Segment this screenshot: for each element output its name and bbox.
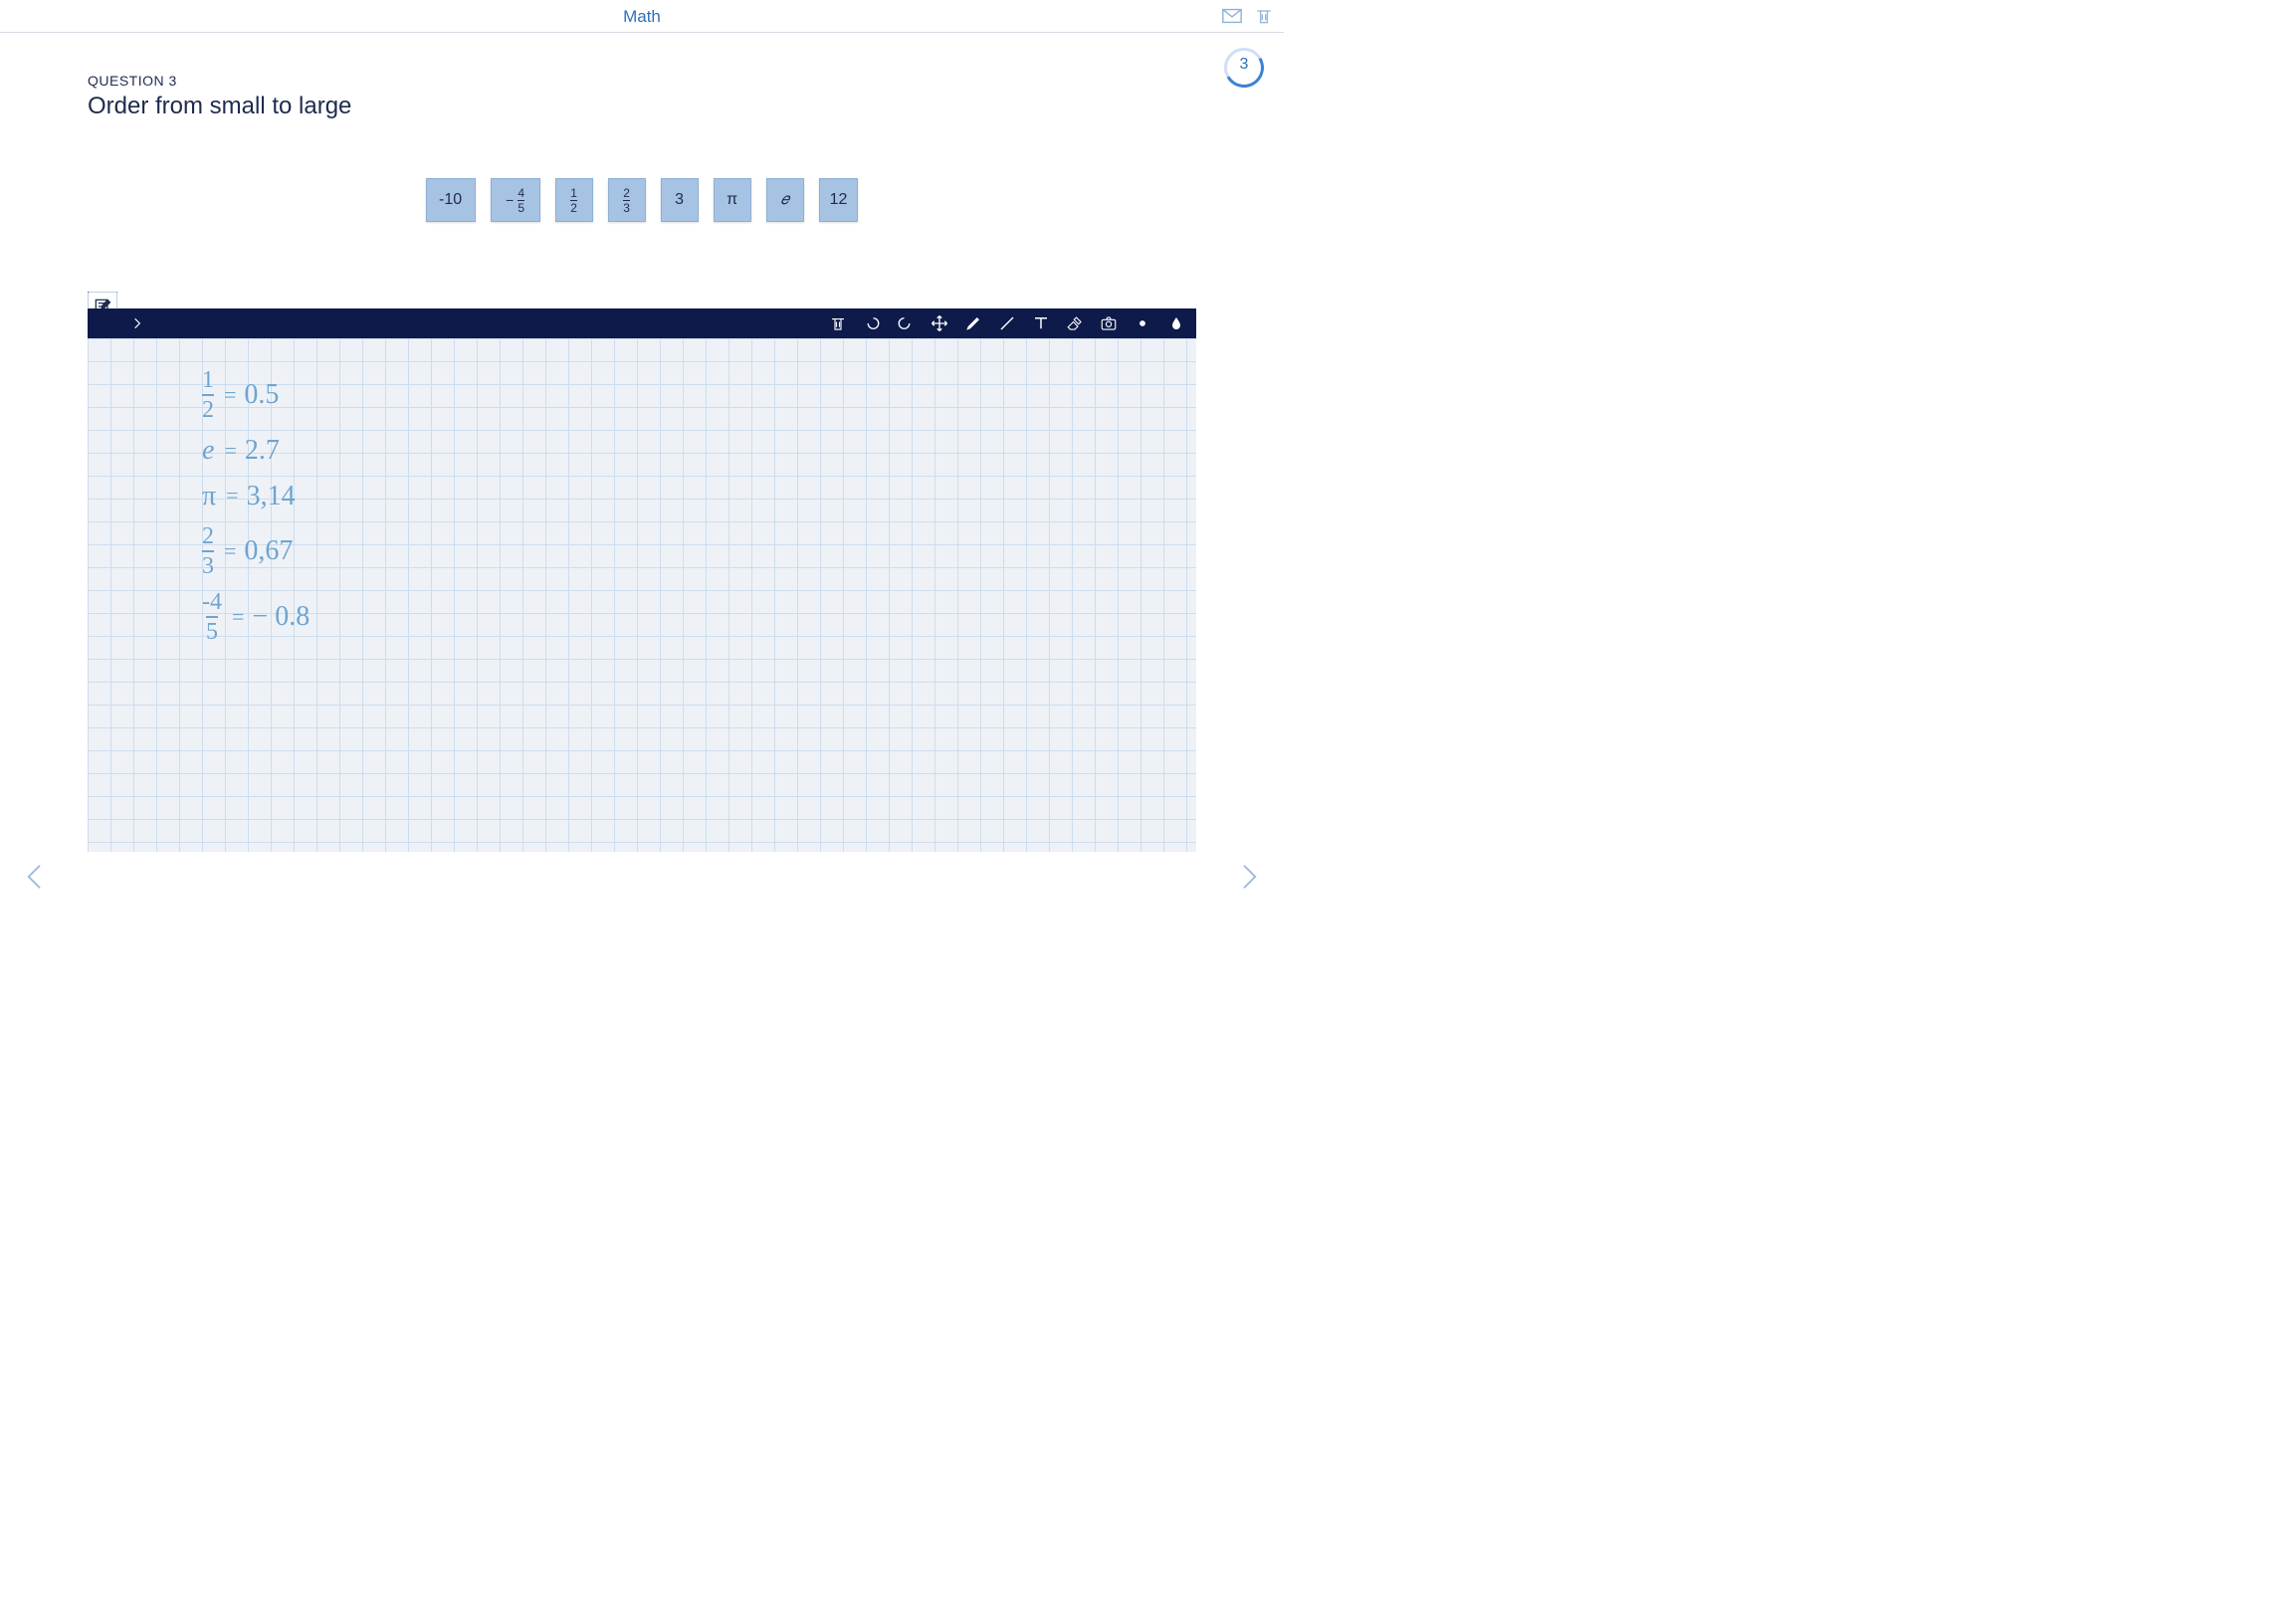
tile-e[interactable]: 𝑒 xyxy=(766,178,804,222)
scratchpad-canvas[interactable]: 12 = 0.5 e = 2.7 π = 3,14 23 = 0,67 xyxy=(88,338,1196,852)
toolbar-trash-icon[interactable] xyxy=(828,313,848,333)
prev-question-button[interactable] xyxy=(20,857,50,906)
progress-number: 3 xyxy=(1224,48,1264,88)
eraser-icon[interactable] xyxy=(1065,313,1085,333)
tile-pi[interactable]: π xyxy=(714,178,751,222)
line-icon[interactable] xyxy=(997,313,1017,333)
undo-icon[interactable] xyxy=(862,313,882,333)
mail-icon[interactable] xyxy=(1220,4,1244,28)
brush-icon[interactable] xyxy=(963,313,983,333)
tile-neg10[interactable]: -10 xyxy=(426,178,476,222)
next-question-button[interactable] xyxy=(1234,857,1264,906)
question-number: QUESTION 3 xyxy=(88,73,1284,89)
scratchpad-toolbar xyxy=(88,308,1196,338)
camera-icon[interactable] xyxy=(1099,313,1119,333)
progress-indicator: 3 xyxy=(1224,48,1264,88)
tile-2over3[interactable]: 23 xyxy=(608,178,646,222)
text-icon[interactable] xyxy=(1031,313,1051,333)
page-title: Math xyxy=(623,0,661,33)
collapse-icon[interactable] xyxy=(127,313,147,333)
dot-icon[interactable] xyxy=(1133,313,1152,333)
scratchpad-panel: 12 = 0.5 e = 2.7 π = 3,14 23 = 0,67 xyxy=(88,308,1196,852)
question-header: QUESTION 3 Order from small to large xyxy=(0,33,1284,120)
handwriting-content: 12 = 0.5 e = 2.7 π = 3,14 23 = 0,67 xyxy=(202,368,310,656)
tile-neg4over5[interactable]: − 45 xyxy=(491,178,540,222)
drop-icon[interactable] xyxy=(1166,313,1186,333)
tile-12[interactable]: 12 xyxy=(819,178,859,222)
question-title: Order from small to large xyxy=(88,93,1284,120)
redo-icon[interactable] xyxy=(896,313,916,333)
tile-1over2[interactable]: 12 xyxy=(555,178,593,222)
trash-icon[interactable] xyxy=(1252,4,1276,28)
answer-tiles-row: -10 − 45 12 23 3 π 𝑒 12 xyxy=(0,178,1284,222)
move-icon[interactable] xyxy=(930,313,949,333)
top-bar: Math xyxy=(0,0,1284,33)
tile-3[interactable]: 3 xyxy=(661,178,699,222)
